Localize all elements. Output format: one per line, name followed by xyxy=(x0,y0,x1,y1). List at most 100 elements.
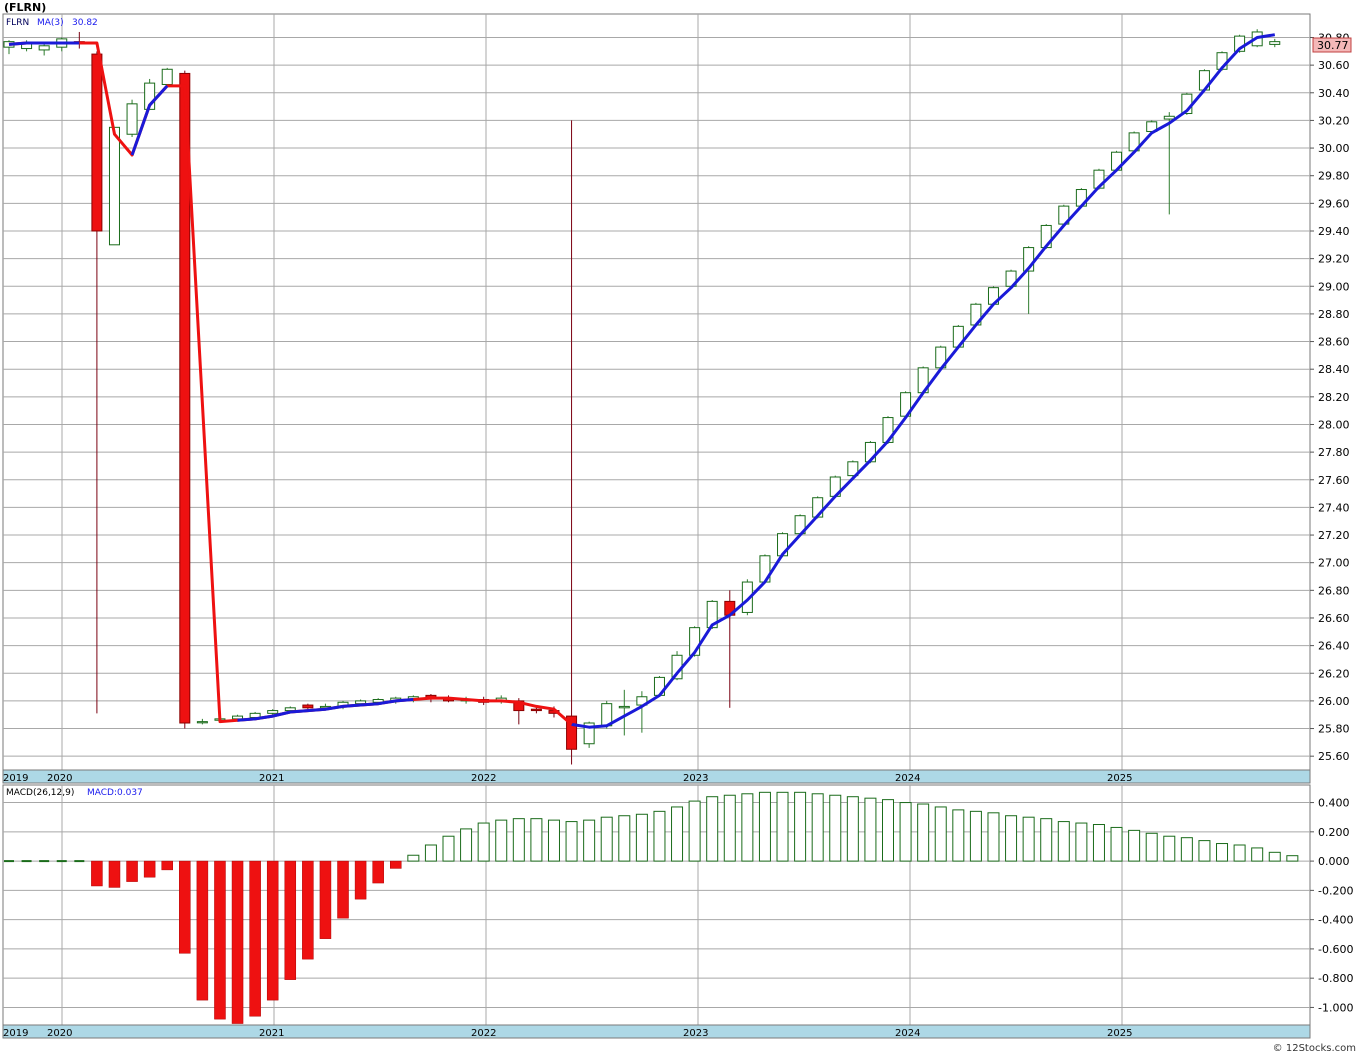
macd-bar xyxy=(653,810,666,862)
macd-bar xyxy=(583,819,596,862)
price-tick-label: 26.60 xyxy=(1318,612,1350,625)
macd-tick-label: -0.800 xyxy=(1318,972,1353,985)
price-tick-label: 28.20 xyxy=(1318,391,1350,404)
macd-tick-label: -0.200 xyxy=(1318,884,1353,897)
macd-bar xyxy=(758,791,771,862)
macd-bar xyxy=(143,860,156,878)
macd-bar xyxy=(266,860,279,1001)
price-tick-label: 26.20 xyxy=(1318,667,1350,680)
macd-bar xyxy=(917,803,930,862)
macd-bar xyxy=(231,860,244,1024)
macd-bar xyxy=(214,860,226,1020)
macd-bar xyxy=(1233,844,1246,862)
year-label: 2022 xyxy=(471,773,496,784)
macd-bar xyxy=(249,860,261,1017)
candle-body xyxy=(38,45,50,51)
macd-tick-label: -0.600 xyxy=(1318,943,1353,956)
macd-bar xyxy=(934,806,947,862)
macd-bar xyxy=(987,812,1000,862)
macd-bar xyxy=(741,793,754,862)
ma-line-series-start xyxy=(8,41,80,46)
price-tick-label: 25.80 xyxy=(1318,723,1350,736)
macd-label: MACD(26,12,9) xyxy=(6,788,74,798)
macd-bar xyxy=(407,854,420,862)
macd-bar xyxy=(302,860,314,960)
price-tick-label: 29.60 xyxy=(1318,197,1350,210)
candle-body xyxy=(126,103,138,135)
macd-bar xyxy=(864,797,877,862)
year-label: 2024 xyxy=(895,773,920,784)
macd-bar xyxy=(1251,847,1264,862)
year-label: 2024 xyxy=(895,1028,920,1039)
year-label: 2023 xyxy=(683,1028,708,1039)
price-tick-label: 28.00 xyxy=(1318,418,1350,431)
macd-bar xyxy=(179,860,191,954)
price-tick-label: 27.00 xyxy=(1318,557,1350,570)
price-tick-label: 26.40 xyxy=(1318,640,1350,653)
price-tick-label: 26.00 xyxy=(1318,695,1350,708)
macd-bar xyxy=(723,794,736,862)
candle-body xyxy=(196,721,208,724)
macd-bar xyxy=(811,793,824,862)
price-tick-label: 29.80 xyxy=(1318,170,1350,183)
macd-bar xyxy=(337,860,349,919)
macd-bar xyxy=(161,860,173,871)
macd-bar xyxy=(1005,815,1018,862)
year-label: 2020 xyxy=(47,1028,72,1039)
stock-chart: (FLRN) 30.8030.6030.4030.2030.0029.8029.… xyxy=(0,0,1360,1056)
candle-body xyxy=(302,704,314,709)
macd-bar xyxy=(671,806,684,862)
year-label: 2023 xyxy=(683,773,708,784)
chart-title: (FLRN) xyxy=(4,1,46,14)
macd-bar xyxy=(1286,855,1299,862)
macd-bar xyxy=(1128,829,1141,862)
price-tick-label: 30.60 xyxy=(1318,59,1350,72)
price-tick-label: 27.80 xyxy=(1318,446,1350,459)
macd-panel: 0.400 0.200 0.000 -0.200 -0.400 -0.600 -0.800 -… xyxy=(2,784,1353,1039)
year-label: 2019 xyxy=(3,773,28,784)
macd-bar xyxy=(126,860,138,882)
candle-body xyxy=(1269,41,1281,45)
macd-bar xyxy=(952,809,965,862)
candle-body xyxy=(267,710,279,714)
candle-body xyxy=(161,68,173,85)
macd-tick-label: 0.000 xyxy=(1318,855,1350,868)
candle-body xyxy=(284,707,296,712)
macd-bar xyxy=(1198,840,1211,862)
macd-bar xyxy=(1075,822,1088,862)
macd-bar xyxy=(547,819,560,862)
price-tick-label: 27.20 xyxy=(1318,529,1350,542)
macd-bar xyxy=(319,860,332,939)
macd-bar xyxy=(776,791,789,862)
macd-bar xyxy=(91,860,103,887)
macd-bar xyxy=(424,844,437,862)
year-label: 2021 xyxy=(259,773,284,784)
year-label: 2025 xyxy=(1107,1028,1132,1039)
ma-label: MA(3) xyxy=(37,18,64,28)
year-label: 2025 xyxy=(1107,773,1132,784)
macd-bar xyxy=(442,835,455,862)
candle-body xyxy=(618,705,630,709)
year-label: 2022 xyxy=(471,1028,496,1039)
macd-tick-label: 0.200 xyxy=(1318,826,1350,839)
last-price-label: 30.77 xyxy=(1317,39,1349,52)
macd-bar xyxy=(1040,818,1053,862)
macd-bar xyxy=(196,860,209,1001)
price-tick-label: 27.60 xyxy=(1318,474,1350,487)
price-tick-label: 27.40 xyxy=(1318,501,1350,514)
price-tick-label: 30.00 xyxy=(1318,142,1350,155)
macd-bar xyxy=(460,828,473,862)
price-tick-label: 29.20 xyxy=(1318,253,1350,266)
price-tick-label: 29.40 xyxy=(1318,225,1350,238)
macd-bar xyxy=(530,818,543,862)
macd-value-label: MACD:0.037 xyxy=(87,788,143,798)
price-tick-label: 26.80 xyxy=(1318,584,1350,597)
price-tick-label: 29.00 xyxy=(1318,280,1350,293)
watermark: © 12Stocks.com xyxy=(1273,1043,1356,1054)
price-tick-label: 28.40 xyxy=(1318,363,1350,376)
macd-bar xyxy=(688,800,701,862)
macd-tick-label: 0.400 xyxy=(1318,797,1350,810)
price-tick-label: 30.20 xyxy=(1318,114,1350,127)
macd-bar xyxy=(1180,837,1193,862)
macd-bar xyxy=(794,791,807,862)
